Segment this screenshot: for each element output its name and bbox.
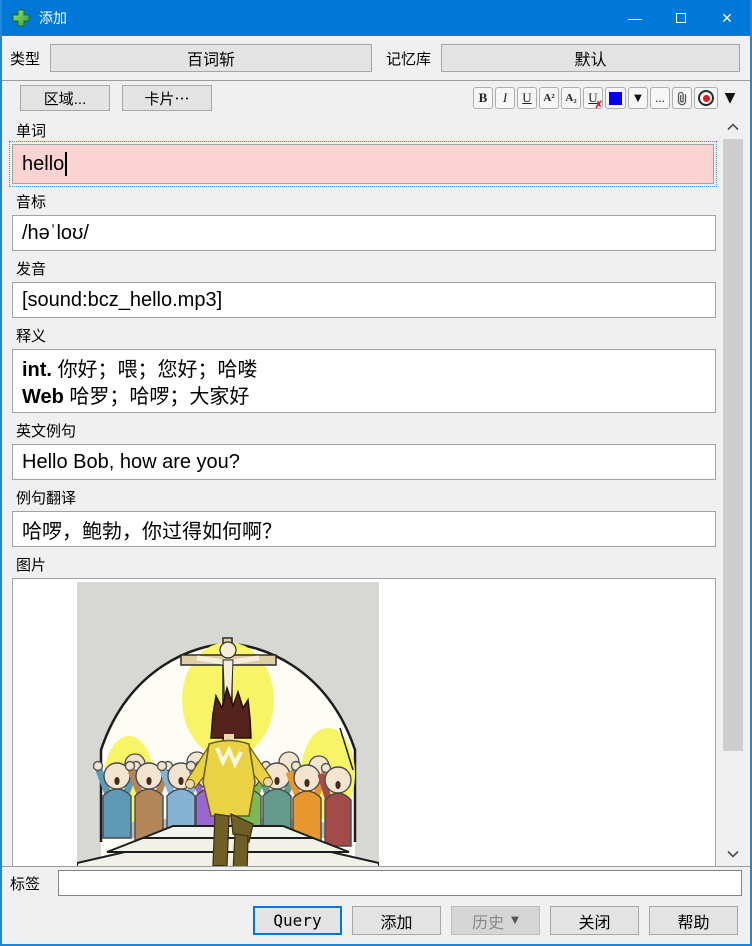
example-field[interactable]: Hello Bob, how are you? <box>12 444 716 480</box>
help-button-label: 帮助 <box>677 909 709 933</box>
word-field-label: 单词 <box>16 120 718 141</box>
chevron-down-icon: ▼ <box>511 915 519 926</box>
bold-icon: B <box>479 90 488 106</box>
maximize-icon <box>676 13 686 23</box>
query-button-label: Query <box>273 911 321 930</box>
subscript-icon: A₂ <box>565 92 576 104</box>
definition-field[interactable]: int. 你好；喂；您好；哈喽 Web 哈罗；哈啰；大家好 <box>12 349 716 413</box>
close-dialog-button[interactable]: 关闭 <box>550 906 639 935</box>
superscript-button[interactable]: A² <box>539 87 559 109</box>
text-color-dropdown-button[interactable]: ▼ <box>628 87 648 109</box>
church-congregation-image <box>77 582 379 866</box>
definition-line-1: int. 你好；喂；您好；哈喽 <box>22 356 706 383</box>
translation-field[interactable]: 哈啰，鲍勃，你过得如何啊？ <box>12 511 716 547</box>
definition-field-label: 释义 <box>16 325 718 346</box>
definition-line-2: Web 哈罗；哈啰；大家好 <box>22 383 706 410</box>
add-button[interactable]: 添加 <box>352 906 441 935</box>
phonetic-field-value: /həˈloʊ/ <box>22 222 89 245</box>
record-icon <box>698 90 714 106</box>
bold-button[interactable]: B <box>473 87 493 109</box>
translation-field-label: 例句翻译 <box>16 487 718 508</box>
close-button-label: 关闭 <box>578 909 610 933</box>
picture-field[interactable] <box>12 578 716 866</box>
more-options-button[interactable]: ... <box>650 87 670 109</box>
tags-input[interactable] <box>58 870 742 896</box>
format-toolbar: B I U A² A₂ U ✗ ▼ <box>473 87 740 109</box>
chevron-down-icon <box>727 850 739 858</box>
phonetic-field-label: 音标 <box>16 191 718 212</box>
text-cursor <box>65 152 67 176</box>
italic-button[interactable]: I <box>495 87 515 109</box>
help-button[interactable]: 帮助 <box>649 906 738 935</box>
window-title: 添加 <box>39 8 67 28</box>
pronunciation-field[interactable]: [sound:bcz_hello.mp3] <box>12 282 716 318</box>
example-field-label: 英文例句 <box>16 420 718 441</box>
tags-row: 标签 <box>2 867 750 899</box>
deck-selector-button[interactable]: 默认 <box>441 44 740 72</box>
history-button[interactable]: 历史 ▼ <box>451 906 540 935</box>
underline-icon: U <box>522 90 531 106</box>
minimize-icon: — <box>628 10 642 26</box>
italic-icon: I <box>503 90 507 106</box>
ellipsis-icon: ... <box>655 90 665 106</box>
fields-area: 单词 hello 音标 /həˈloʊ/ 发音 [sound:bcz_hello… <box>2 115 718 866</box>
definition-text: 哈罗；哈啰；大家好 <box>69 384 249 408</box>
close-button[interactable]: ✕ <box>704 0 750 36</box>
deck-label: 记忆库 <box>386 48 431 69</box>
fields-button[interactable]: 区域... <box>20 85 110 111</box>
maximize-button[interactable] <box>658 0 704 36</box>
attach-media-button[interactable] <box>672 87 692 109</box>
translation-field-value: 哈啰，鲍勃，你过得如何啊？ <box>22 515 282 544</box>
chevron-down-icon: ▼ <box>725 90 736 106</box>
part-of-speech: Web <box>22 386 64 408</box>
text-color-button[interactable] <box>605 87 626 109</box>
word-field[interactable]: hello <box>12 144 714 184</box>
titlebar: 添加 — ✕ <box>2 0 750 36</box>
notetype-value: 百词斩 <box>187 46 235 70</box>
notetype-deck-row: 类型 百词斩 记忆库 默认 <box>2 36 750 81</box>
phonetic-field[interactable]: /həˈloʊ/ <box>12 215 716 251</box>
pronunciation-field-value: [sound:bcz_hello.mp3] <box>22 289 222 312</box>
record-audio-button[interactable] <box>694 87 718 109</box>
subscript-button[interactable]: A₂ <box>561 87 581 109</box>
underline-button[interactable]: U <box>517 87 537 109</box>
notetype-selector-button[interactable]: 百词斩 <box>50 44 372 72</box>
tags-label: 标签 <box>10 873 58 894</box>
remove-formatting-button[interactable]: U ✗ <box>583 87 603 109</box>
superscript-icon: A² <box>543 92 554 104</box>
color-swatch-icon <box>609 92 622 105</box>
query-button[interactable]: Query <box>253 906 342 935</box>
paperclip-icon <box>676 90 688 106</box>
editor-toolbar: 区域... 卡片⋯ B I U A² A₂ U ✗ <box>2 81 750 115</box>
vertical-scrollbar[interactable] <box>720 115 746 866</box>
pronunciation-field-label: 发音 <box>16 258 718 279</box>
fields-button-label: 区域... <box>44 88 87 109</box>
red-x-icon: ✗ <box>595 100 603 111</box>
definition-text: 你好；喂；您好；哈喽 <box>58 357 258 381</box>
add-button-label: 添加 <box>380 909 412 933</box>
footer-buttons: Query 添加 历史 ▼ 关闭 帮助 <box>2 899 750 944</box>
chevron-down-icon: ▼ <box>634 93 642 104</box>
cards-button-label: 卡片⋯ <box>144 88 189 109</box>
notetype-label: 类型 <box>10 48 40 69</box>
chevron-up-icon <box>727 123 739 131</box>
cards-button[interactable]: 卡片⋯ <box>122 85 212 111</box>
minimize-button[interactable]: — <box>612 0 658 36</box>
word-field-value: hello <box>22 153 64 176</box>
picture-field-label: 图片 <box>16 554 718 575</box>
fields-scroll-region: 单词 hello 音标 /həˈloʊ/ 发音 [sound:bcz_hello… <box>2 115 750 867</box>
close-icon: ✕ <box>721 10 733 27</box>
add-note-window: 添加 — ✕ 类型 百词斩 记忆库 默认 区域... 卡片⋯ <box>0 0 752 946</box>
deck-value: 默认 <box>575 46 607 70</box>
example-field-value: Hello Bob, how are you? <box>22 451 240 474</box>
record-dropdown-button[interactable]: ▼ <box>720 87 740 109</box>
history-button-label: 历史 <box>472 909 504 933</box>
scroll-up-button[interactable] <box>720 117 746 137</box>
anki-add-icon <box>11 8 31 28</box>
window-controls: — ✕ <box>612 0 750 36</box>
part-of-speech: int. <box>22 359 52 381</box>
scrollbar-thumb[interactable] <box>723 139 743 751</box>
scroll-down-button[interactable] <box>720 844 746 864</box>
